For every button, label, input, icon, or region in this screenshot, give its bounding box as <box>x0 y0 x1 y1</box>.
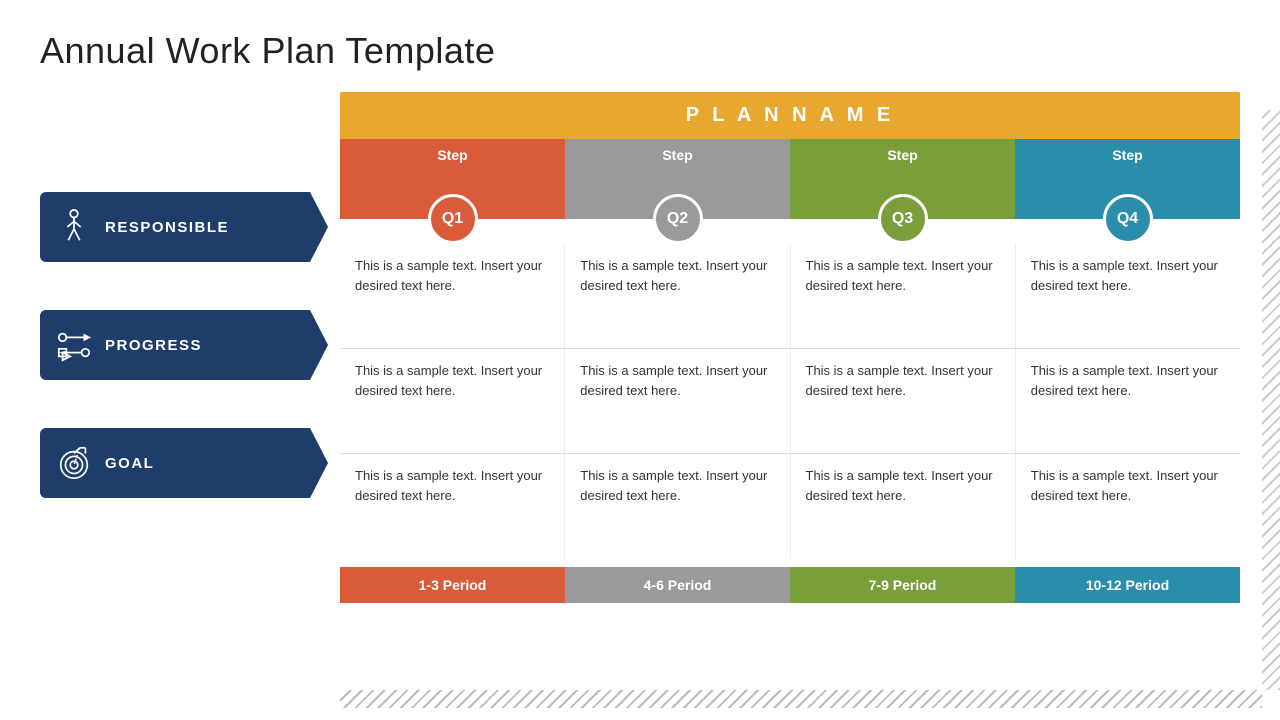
goal-cell-q4: This is a sample text. Insert your desir… <box>1016 454 1240 559</box>
progress-cell-q1: This is a sample text. Insert your desir… <box>340 349 565 453</box>
step-circle-q3: Q3 <box>878 194 928 244</box>
step-label-q1: Step <box>437 147 467 163</box>
step-col-q1: Step Q1 <box>340 139 565 219</box>
period-footer: 1-3 Period 4-6 Period 7-9 Period 10-12 P… <box>340 567 1240 603</box>
responsible-cell-q1: This is a sample text. Insert your desir… <box>340 244 565 348</box>
main-table-area: RESPONSIBLE <box>40 92 1240 603</box>
goal-cell-q1: This is a sample text. Insert your desir… <box>340 454 565 559</box>
step-circle-q2: Q2 <box>653 194 703 244</box>
plan-name-header: P L A N N A M E <box>340 92 1240 139</box>
step-label-q2: Step <box>662 147 692 163</box>
goal-cell-q3: This is a sample text. Insert your desir… <box>791 454 1016 559</box>
walking-person-icon <box>55 208 93 246</box>
goal-row: GOAL <box>40 408 340 518</box>
period-cell-2: 4-6 Period <box>565 567 790 603</box>
goal-cell-q2: This is a sample text. Insert your desir… <box>565 454 790 559</box>
progress-icon <box>55 326 93 364</box>
progress-cell-q4: This is a sample text. Insert your desir… <box>1016 349 1240 453</box>
responsible-cell-q3: This is a sample text. Insert your desir… <box>791 244 1016 348</box>
page-title: Annual Work Plan Template <box>40 30 1240 72</box>
page-container: Annual Work Plan Template <box>0 0 1280 720</box>
progress-row: PROGRESS <box>40 290 340 400</box>
progress-label: PROGRESS <box>105 337 202 354</box>
step-col-q4: Step Q4 <box>1015 139 1240 219</box>
step-col-q2: Step Q2 <box>565 139 790 219</box>
step-label-q3: Step <box>887 147 917 163</box>
responsible-data-row: This is a sample text. Insert your desir… <box>340 244 1240 349</box>
bottom-stripe-decoration <box>340 690 1262 708</box>
step-circle-q1: Q1 <box>428 194 478 244</box>
target-icon <box>55 444 93 482</box>
right-table: P L A N N A M E Step Q1 Step Q2 Step <box>340 92 1240 603</box>
left-labels: RESPONSIBLE <box>40 172 340 603</box>
progress-cell-q2: This is a sample text. Insert your desir… <box>565 349 790 453</box>
step-headers: Step Q1 Step Q2 Step Q3 <box>340 139 1240 219</box>
progress-data-row: This is a sample text. Insert your desir… <box>340 349 1240 454</box>
step-label-q4: Step <box>1112 147 1142 163</box>
period-cell-3: 7-9 Period <box>790 567 1015 603</box>
progress-cell-q3: This is a sample text. Insert your desir… <box>791 349 1016 453</box>
step-col-q3: Step Q3 <box>790 139 1015 219</box>
progress-badge: PROGRESS <box>40 310 310 380</box>
goal-data-row: This is a sample text. Insert your desir… <box>340 454 1240 559</box>
responsible-label: RESPONSIBLE <box>105 219 229 236</box>
data-rows: This is a sample text. Insert your desir… <box>340 244 1240 559</box>
responsible-cell-q2: This is a sample text. Insert your desir… <box>565 244 790 348</box>
goal-label: GOAL <box>105 455 154 472</box>
responsible-row: RESPONSIBLE <box>40 172 340 282</box>
goal-badge: GOAL <box>40 428 310 498</box>
stripe-decoration <box>1262 110 1280 690</box>
step-circle-q4: Q4 <box>1103 194 1153 244</box>
responsible-cell-q4: This is a sample text. Insert your desir… <box>1016 244 1240 348</box>
period-cell-4: 10-12 Period <box>1015 567 1240 603</box>
period-cell-1: 1-3 Period <box>340 567 565 603</box>
responsible-badge: RESPONSIBLE <box>40 192 310 262</box>
